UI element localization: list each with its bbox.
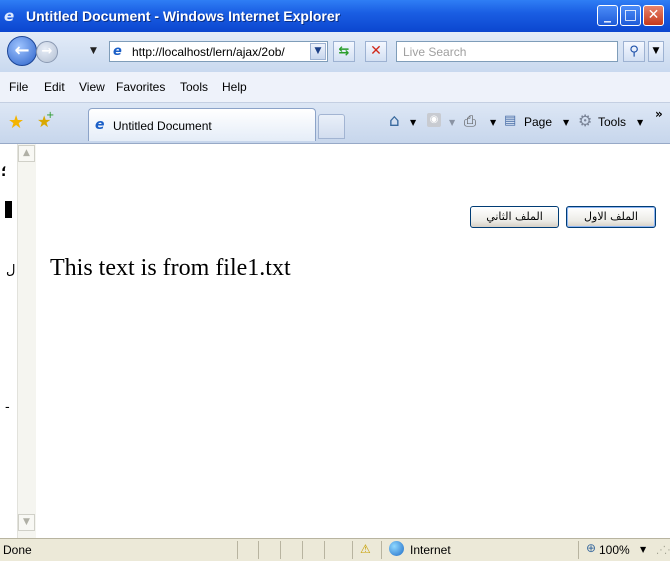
tab-untitled-document[interactable]: e Untitled Document bbox=[88, 108, 316, 141]
refresh-icon: ⇆ bbox=[338, 44, 350, 59]
resize-grip-icon[interactable]: ⋰⋰ bbox=[656, 545, 670, 556]
page-content bbox=[0, 144, 670, 538]
address-bar[interactable]: e http://localhost/lern/ajax/2ob/ ▼ bbox=[109, 41, 328, 62]
forward-button[interactable]: → bbox=[36, 41, 58, 63]
ie-logo-icon: e bbox=[4, 7, 15, 25]
file1-button[interactable]: الملف الاول bbox=[566, 206, 656, 228]
status-divider bbox=[352, 541, 353, 559]
search-box[interactable]: Live Search bbox=[396, 41, 618, 62]
file-content-text: This text is from file1.txt bbox=[50, 255, 291, 281]
maximize-button[interactable]: □ bbox=[620, 5, 641, 26]
menu-view[interactable]: View bbox=[79, 80, 105, 94]
back-button[interactable]: ← bbox=[7, 36, 37, 66]
background-window-edge: ؛ ل - bbox=[0, 144, 16, 538]
status-divider bbox=[302, 541, 303, 559]
feeds-dropdown-icon[interactable]: ▼ bbox=[449, 118, 455, 127]
navigation-bar: ← → ▼ e http://localhost/lern/ajax/2ob/ … bbox=[0, 32, 670, 72]
minimize-icon: _ bbox=[604, 7, 611, 23]
page-icon[interactable]: ▤ bbox=[504, 113, 516, 128]
feeds-icon[interactable]: ◉ bbox=[427, 113, 441, 127]
gear-icon[interactable]: ⚙ bbox=[578, 111, 592, 130]
status-bar: Done ⚠ Internet ⊕ 100% ▼ ⋰⋰ bbox=[0, 538, 670, 561]
search-options-button[interactable]: ▼ bbox=[648, 41, 664, 62]
tab-title: Untitled Document bbox=[113, 119, 212, 133]
status-divider bbox=[578, 541, 579, 559]
edge-glyph: ؛ bbox=[1, 164, 7, 180]
menu-file[interactable]: File bbox=[9, 80, 28, 94]
title-bar: e Untitled Document - Windows Internet E… bbox=[0, 0, 670, 33]
chevron-down-icon: ▼ bbox=[23, 517, 30, 527]
edge-glyph: ل bbox=[6, 263, 16, 278]
zoom-level[interactable]: 100% bbox=[599, 543, 630, 557]
file2-button[interactable]: الملف الثاني bbox=[470, 206, 559, 228]
zoom-dropdown-icon[interactable]: ▼ bbox=[640, 545, 646, 554]
history-dropdown-icon[interactable]: ▼ bbox=[90, 46, 97, 56]
ie-page-icon: e bbox=[95, 117, 105, 133]
edge-mark bbox=[5, 201, 12, 218]
tab-bar: ★ ★ + e Untitled Document ⌂ ▼ ◉ ▼ ⎙ ▼ ▤ P… bbox=[0, 103, 670, 144]
status-divider bbox=[381, 541, 382, 559]
globe-icon bbox=[389, 541, 404, 556]
close-button[interactable]: ✕ bbox=[643, 5, 664, 26]
maximize-icon: □ bbox=[623, 7, 638, 23]
home-icon[interactable]: ⌂ bbox=[389, 111, 400, 131]
more-commands-icon[interactable]: » bbox=[655, 107, 663, 121]
refresh-button[interactable]: ⇆ bbox=[333, 41, 355, 62]
chevron-down-icon: ▼ bbox=[314, 46, 322, 56]
address-dropdown-button[interactable]: ▼ bbox=[310, 43, 326, 60]
ie-page-icon: e bbox=[113, 44, 122, 59]
scroll-down-button[interactable]: ▼ bbox=[18, 514, 35, 531]
search-input[interactable]: Live Search bbox=[403, 45, 466, 59]
zoom-icon[interactable]: ⊕ bbox=[586, 541, 596, 555]
page-menu-button[interactable]: Page bbox=[524, 115, 552, 129]
menu-edit[interactable]: Edit bbox=[44, 80, 65, 94]
back-arrow-icon: ← bbox=[14, 40, 30, 61]
tools-dropdown-icon[interactable]: ▼ bbox=[637, 118, 643, 127]
menu-tools[interactable]: Tools bbox=[180, 80, 208, 94]
stop-icon: ✕ bbox=[370, 43, 382, 59]
address-input[interactable]: http://localhost/lern/ajax/2ob/ bbox=[132, 45, 300, 59]
chevron-up-icon: ▲ bbox=[23, 148, 30, 158]
window-title: Untitled Document - Windows Internet Exp… bbox=[26, 8, 341, 24]
menu-bar: File Edit View Favorites Tools Help bbox=[0, 72, 670, 103]
minimize-button[interactable]: _ bbox=[597, 5, 618, 26]
status-divider bbox=[324, 541, 325, 559]
status-divider bbox=[280, 541, 281, 559]
favorites-star-icon[interactable]: ★ bbox=[8, 112, 24, 133]
status-divider bbox=[237, 541, 238, 559]
forward-arrow-icon: → bbox=[41, 44, 53, 59]
chevron-down-icon: ▼ bbox=[652, 46, 660, 56]
scroll-up-button[interactable]: ▲ bbox=[18, 145, 35, 162]
print-icon[interactable]: ⎙ bbox=[464, 112, 476, 130]
status-text: Done bbox=[3, 543, 32, 557]
vertical-scrollbar[interactable] bbox=[17, 144, 36, 538]
security-zone-text[interactable]: Internet bbox=[410, 543, 451, 557]
menu-help[interactable]: Help bbox=[222, 80, 247, 94]
search-icon: ⚲ bbox=[629, 44, 639, 59]
add-favorite-icon[interactable]: ★ + bbox=[37, 110, 54, 131]
tools-menu-button[interactable]: Tools bbox=[598, 115, 626, 129]
protected-mode-icon[interactable]: ⚠ bbox=[360, 542, 371, 556]
home-dropdown-icon[interactable]: ▼ bbox=[410, 118, 416, 127]
print-dropdown-icon[interactable]: ▼ bbox=[490, 118, 496, 127]
menu-favorites[interactable]: Favorites bbox=[116, 80, 165, 94]
stop-button[interactable]: ✕ bbox=[365, 41, 387, 62]
status-divider bbox=[258, 541, 259, 559]
page-dropdown-icon[interactable]: ▼ bbox=[563, 118, 569, 127]
close-icon: ✕ bbox=[647, 7, 660, 23]
new-tab-button[interactable] bbox=[318, 114, 345, 139]
search-button[interactable]: ⚲ bbox=[623, 41, 645, 62]
edge-glyph: - bbox=[5, 400, 10, 415]
